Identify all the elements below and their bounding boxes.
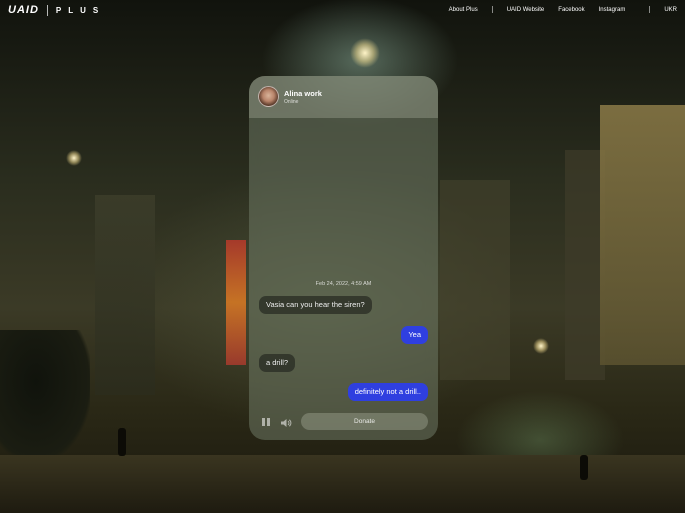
nav-instagram[interactable]: Instagram bbox=[599, 7, 626, 13]
building-silhouette bbox=[440, 180, 510, 380]
logo-mark: UAID bbox=[8, 4, 39, 16]
building-silhouette bbox=[95, 195, 155, 395]
message-timestamp: Feb 24, 2022, 4:59 AM bbox=[315, 281, 372, 287]
contact-name: Alina work bbox=[284, 89, 322, 98]
tree-silhouette bbox=[0, 330, 90, 460]
message-incoming: Vasia can you hear the siren? bbox=[259, 296, 372, 315]
nav-divider bbox=[491, 6, 493, 13]
nav-about-plus[interactable]: About Plus bbox=[449, 7, 478, 13]
building-silhouette bbox=[565, 150, 605, 380]
chat-header: Alina work Online bbox=[249, 76, 438, 118]
nav-links: About Plus UAID Website Facebook Instagr… bbox=[449, 6, 677, 13]
street-lamp bbox=[350, 38, 380, 68]
street-lamp bbox=[533, 338, 549, 354]
street-lamp bbox=[66, 150, 82, 166]
contact-status: Online bbox=[284, 99, 299, 105]
logo-divider bbox=[46, 4, 48, 16]
volume-icon[interactable] bbox=[280, 416, 292, 428]
message-incoming: a drill? bbox=[259, 354, 296, 373]
nav-divider bbox=[649, 6, 651, 13]
chat-window: Alina work Online Feb 24, 2022, 4:59 AM … bbox=[249, 76, 438, 440]
avatar bbox=[258, 86, 279, 107]
person-silhouette bbox=[580, 455, 588, 480]
nav-uaid-website[interactable]: UAID Website bbox=[507, 7, 545, 13]
nav-facebook[interactable]: Facebook bbox=[558, 7, 584, 13]
language-switch[interactable]: UKR bbox=[664, 7, 677, 13]
top-navigation: UAID PLUS About Plus UAID Website Facebo… bbox=[0, 0, 685, 22]
chat-controls: Donate bbox=[249, 410, 438, 432]
message-outgoing: definitely not a drill.. bbox=[347, 383, 428, 402]
brand-logo[interactable]: UAID PLUS bbox=[8, 4, 105, 16]
logo-plus: PLUS bbox=[55, 5, 106, 15]
message-outgoing: Yea bbox=[401, 326, 428, 345]
pause-icon[interactable] bbox=[262, 418, 270, 426]
donate-button[interactable]: Donate bbox=[301, 413, 428, 430]
lit-building bbox=[600, 105, 685, 365]
red-billboard bbox=[226, 240, 246, 365]
person-silhouette bbox=[118, 428, 126, 456]
